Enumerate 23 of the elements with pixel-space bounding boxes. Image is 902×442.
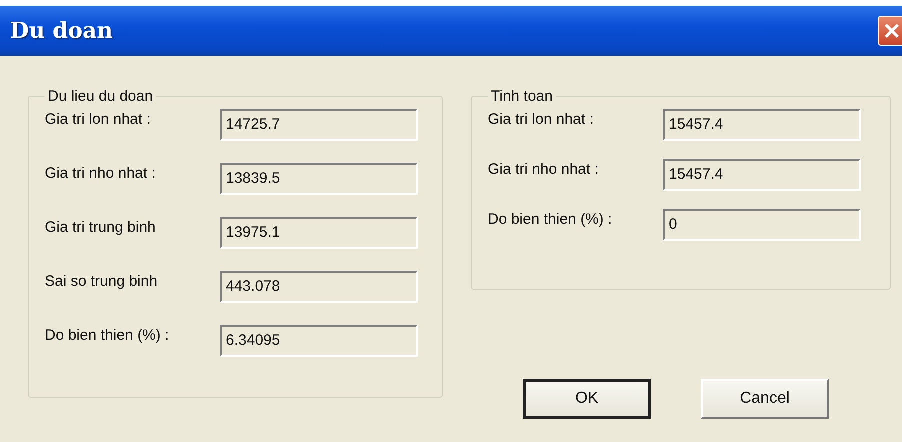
cancel-button[interactable]: Cancel — [701, 379, 829, 419]
group-title: Du lieu du doan — [47, 88, 154, 105]
field-label: Gia tri trung binh — [45, 218, 157, 236]
value-field[interactable]: 13975.1 — [220, 217, 418, 249]
window-title: Du doan — [10, 18, 114, 44]
value-field[interactable]: 14725.7 — [220, 109, 418, 141]
close-button[interactable] — [878, 16, 902, 46]
field-label: Gia tri nho nhat : — [488, 160, 600, 178]
field-label: Sai so trung binh — [45, 272, 159, 290]
field-label: Gia tri nho nhat : — [45, 164, 157, 182]
value-field[interactable]: 6.34095 — [220, 325, 418, 357]
field-label: Do bien thien (%) : — [488, 210, 614, 228]
value-field[interactable]: 0 — [663, 209, 861, 241]
field-label: Gia tri lon nhat : — [45, 110, 152, 128]
close-icon — [883, 22, 901, 40]
value-field[interactable]: 443.078 — [220, 271, 418, 303]
value-field[interactable]: 13839.5 — [220, 163, 418, 195]
value-field[interactable]: 15457.4 — [663, 159, 861, 191]
ok-button[interactable]: OK — [523, 379, 651, 419]
field-label: Gia tri lon nhat : — [488, 110, 595, 128]
field-label: Do bien thien (%) : — [45, 326, 170, 344]
value-field[interactable]: 15457.4 — [663, 109, 861, 141]
group-title: Tinh toan — [490, 88, 554, 105]
